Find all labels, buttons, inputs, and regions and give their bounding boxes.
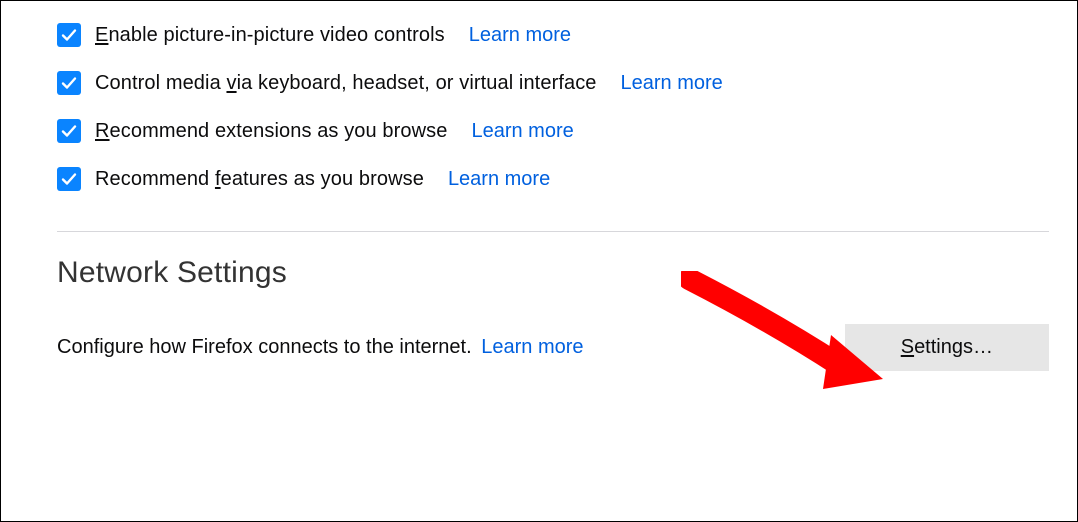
option-recommend-features: Recommend features as you browse Learn m…: [57, 167, 1049, 191]
checkbox-control-media[interactable]: [57, 71, 81, 95]
learn-more-link[interactable]: Learn more: [448, 168, 550, 191]
checkbox-recommend-extensions[interactable]: [57, 119, 81, 143]
check-icon: [61, 171, 77, 187]
network-settings-row: Configure how Firefox connects to the in…: [57, 324, 1049, 371]
option-label: Enable picture-in-picture video controls: [95, 24, 445, 47]
network-settings-heading: Network Settings: [57, 256, 1049, 290]
option-control-media: Control media via keyboard, headset, or …: [57, 71, 1049, 95]
learn-more-link[interactable]: Learn more: [621, 72, 723, 95]
option-label: Control media via keyboard, headset, or …: [95, 72, 597, 95]
network-settings-button[interactable]: Settings…: [845, 324, 1049, 371]
option-label: Recommend features as you browse: [95, 168, 424, 191]
learn-more-link[interactable]: Learn more: [471, 120, 573, 143]
option-enable-pip: Enable picture-in-picture video controls…: [57, 23, 1049, 47]
checkbox-recommend-features[interactable]: [57, 167, 81, 191]
section-divider: [57, 231, 1049, 232]
check-icon: [61, 27, 77, 43]
check-icon: [61, 123, 77, 139]
network-description: Configure how Firefox connects to the in…: [57, 336, 584, 359]
settings-panel: Enable picture-in-picture video controls…: [0, 0, 1078, 522]
option-label: Recommend extensions as you browse: [95, 120, 447, 143]
option-recommend-extensions: Recommend extensions as you browse Learn…: [57, 119, 1049, 143]
checkbox-enable-pip[interactable]: [57, 23, 81, 47]
check-icon: [61, 75, 77, 91]
learn-more-link[interactable]: Learn more: [469, 24, 571, 47]
learn-more-link[interactable]: Learn more: [481, 336, 583, 358]
